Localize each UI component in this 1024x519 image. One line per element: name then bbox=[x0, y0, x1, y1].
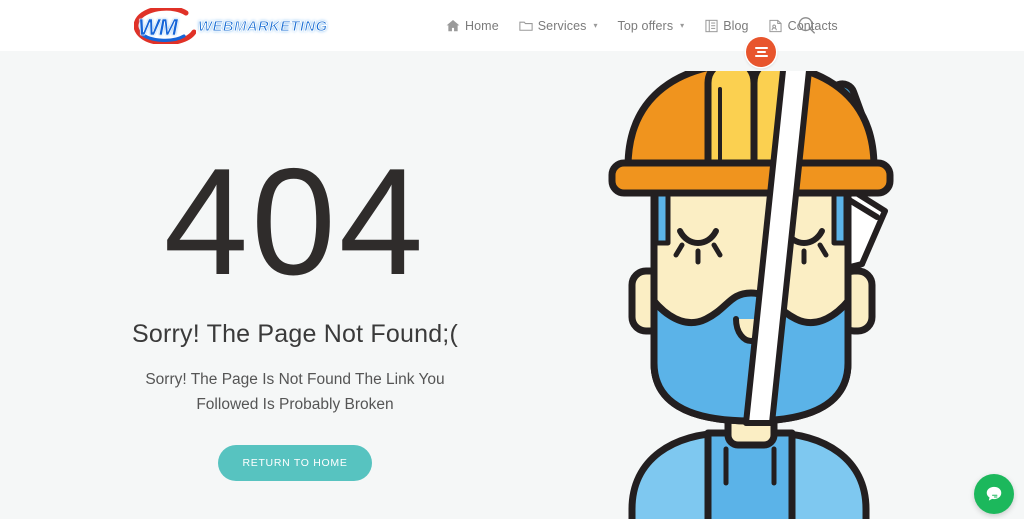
hamburger-line-3 bbox=[754, 55, 768, 58]
nav-item-services[interactable]: Services ▾ bbox=[509, 0, 608, 51]
nav-item-top-offers[interactable]: Top offers ▾ bbox=[608, 0, 695, 51]
chevron-down-icon-top-offers: ▾ bbox=[680, 21, 685, 30]
error-description: Sorry! The Page Is Not Found The Link Yo… bbox=[145, 371, 445, 413]
main-content: 404 Sorry! The Page Not Found;( Sorry! T… bbox=[0, 51, 1024, 519]
nav-item-home[interactable]: Home bbox=[436, 0, 509, 51]
search-icon[interactable] bbox=[795, 14, 819, 38]
error-code: 404 bbox=[163, 137, 427, 307]
nav-label-home: Home bbox=[465, 18, 499, 33]
main-navigation: Home Services ▾ Top offers ▾ Blog Contac… bbox=[436, 0, 848, 51]
logo-mark: WM bbox=[134, 6, 196, 46]
chat-bubble-icon[interactable] bbox=[974, 474, 1014, 514]
error-text-column: 404 Sorry! The Page Not Found;( Sorry! T… bbox=[60, 146, 530, 481]
site-logo[interactable]: WM WEBMARKETING bbox=[134, 6, 328, 46]
logo-wm-text: WM bbox=[138, 14, 178, 41]
hamburger-line-1 bbox=[754, 46, 768, 49]
return-to-home-button[interactable]: RETURN TO HOME bbox=[218, 445, 372, 481]
book-icon bbox=[704, 19, 718, 33]
construction-worker-illustration bbox=[608, 71, 894, 519]
site-header: WM WEBMARKETING Home Services ▾ Top offe… bbox=[0, 0, 1024, 67]
hamburger-line-2 bbox=[756, 51, 766, 53]
logo-brand-text: WEBMARKETING bbox=[198, 17, 328, 35]
nav-label-top-offers: Top offers bbox=[617, 18, 674, 33]
folder-icon bbox=[519, 19, 533, 33]
error-title: Sorry! The Page Not Found;( bbox=[132, 320, 458, 348]
chevron-down-icon-services: ▾ bbox=[593, 21, 598, 30]
nav-label-services: Services bbox=[537, 18, 587, 33]
hamburger-icon[interactable] bbox=[746, 37, 776, 67]
contact-card-icon bbox=[769, 19, 783, 33]
home-icon bbox=[446, 19, 460, 33]
nav-label-blog: Blog bbox=[723, 18, 749, 33]
